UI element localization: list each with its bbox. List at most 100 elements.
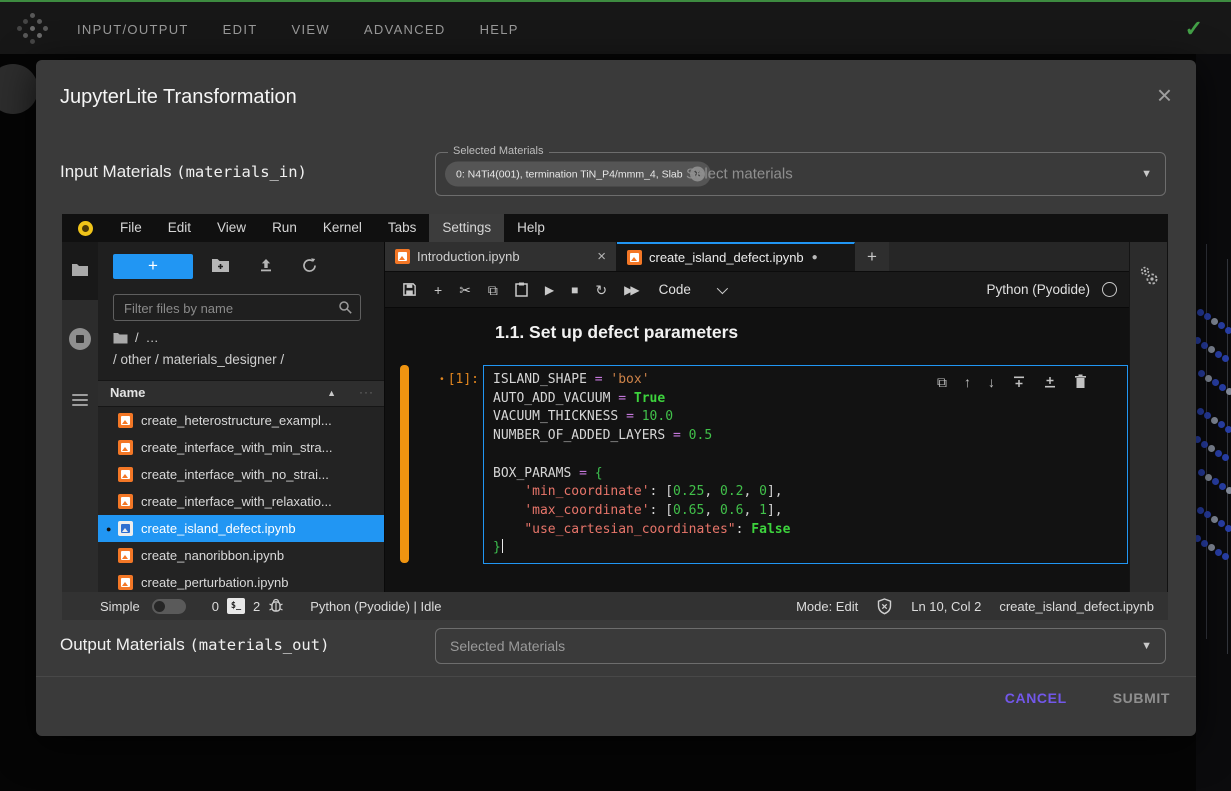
file-list-header[interactable]: Name ▲ ··· — [98, 380, 384, 407]
submit-button[interactable]: SUBMIT — [1113, 690, 1170, 706]
text-cursor — [502, 539, 504, 553]
jupyter-menu-file[interactable]: File — [107, 214, 155, 242]
breadcrumb-path[interactable]: / other / materials_designer / — [113, 352, 284, 367]
notebook-file-icon — [395, 249, 410, 264]
breadcrumb-ellipsis[interactable]: … — [146, 330, 159, 345]
screen: INPUT/OUTPUTEDITVIEWADVANCEDHELP ✓ Jupyt… — [0, 0, 1231, 791]
statusbar-right: Mode: Edit Ln 10, Col 2 create_island_de… — [796, 598, 1154, 615]
file-row[interactable]: create_interface_with_relaxatio... — [98, 488, 384, 515]
top-menu-item[interactable]: HELP — [463, 22, 536, 37]
atom — [1197, 408, 1204, 415]
user-avatar-icon[interactable] — [78, 221, 93, 236]
cut-icon[interactable]: ✂ — [459, 283, 471, 297]
restart-kernel-icon[interactable]: ↻ — [595, 283, 607, 297]
input-materials-select[interactable]: Selected Materials 0: N4Ti4(001), termin… — [435, 152, 1166, 196]
kernel-indicator[interactable]: Python (Pyodide) — [986, 282, 1117, 297]
jupyter-menu-edit[interactable]: Edit — [155, 214, 204, 242]
document-tabbar: Introduction.ipynb × create_island_defec… — [385, 242, 1129, 272]
dropdown-arrow-icon[interactable]: ▼ — [1141, 640, 1152, 652]
terminal-icon[interactable]: $_ — [227, 598, 245, 614]
jupyter-menu-kernel[interactable]: Kernel — [310, 214, 375, 242]
insert-cell-below-icon[interactable] — [1043, 375, 1057, 389]
duplicate-cell-icon[interactable]: ⧉ — [937, 375, 947, 389]
cell-collapser-bar[interactable] — [400, 365, 409, 563]
stop-icon[interactable]: ■ — [571, 284, 578, 296]
cell-type-dropdown[interactable]: Code — [659, 282, 691, 297]
table-of-contents-icon[interactable] — [72, 394, 88, 408]
file-row[interactable]: create_perturbation.ipynb — [98, 569, 384, 592]
upload-icon[interactable] — [258, 257, 274, 273]
atom — [1218, 322, 1225, 329]
copy-icon[interactable]: ⧉ — [488, 283, 498, 297]
save-icon[interactable] — [402, 282, 417, 297]
atom — [1205, 474, 1212, 481]
cursor-position[interactable]: Ln 10, Col 2 — [911, 599, 981, 614]
add-cell-icon[interactable]: + — [434, 283, 442, 297]
running-sessions-icon[interactable] — [69, 328, 91, 350]
app-logo-icon[interactable] — [30, 26, 35, 31]
move-cell-up-icon[interactable]: ↑ — [964, 375, 971, 389]
top-menu-item[interactable]: ADVANCED — [347, 22, 463, 37]
file-row[interactable]: create_interface_with_no_strai... — [98, 461, 384, 488]
top-menu-item[interactable]: INPUT/OUTPUT — [60, 22, 206, 37]
code-cell-editor[interactable]: ISLAND_SHAPE = 'box'AUTO_ADD_VACUUM = Tr… — [483, 365, 1128, 564]
top-menu-item[interactable]: VIEW — [274, 22, 346, 37]
file-row[interactable]: create_nanoribbon.ipynb — [98, 542, 384, 569]
jupyter-menu-tabs[interactable]: Tabs — [375, 214, 430, 242]
home-folder-icon[interactable] — [113, 332, 128, 344]
jupyter-menu-view[interactable]: View — [204, 214, 259, 242]
kernels-count[interactable]: 2 — [253, 599, 260, 614]
markdown-heading: 1.1. Set up defect parameters — [495, 322, 738, 343]
filebrowser-tab[interactable] — [62, 242, 98, 300]
insert-cell-above-icon[interactable] — [1012, 375, 1026, 389]
trust-shield-icon[interactable] — [876, 598, 893, 615]
saved-check-icon[interactable]: ✓ — [1185, 16, 1203, 42]
delete-cell-icon[interactable] — [1074, 374, 1087, 389]
file-row[interactable]: ●create_island_defect.ipynb — [98, 515, 384, 542]
debugger-bug-icon[interactable] — [268, 598, 284, 614]
input-materials-label: Input Materials (materials_in) — [60, 162, 307, 182]
right-activity-bar — [1129, 242, 1167, 592]
code-line: BOX_PARAMS = { — [493, 465, 1123, 484]
atom — [1201, 441, 1208, 448]
filter-files-input[interactable] — [122, 296, 331, 321]
crystal-viewer-sliver — [1196, 54, 1231, 791]
atom — [1222, 553, 1229, 560]
output-materials-select[interactable]: Selected Materials ▼ — [435, 628, 1166, 664]
material-chip[interactable]: 0: N4Ti4(001), termination TiN_P4/mmm_4,… — [445, 162, 711, 187]
dropdown-arrow-icon[interactable]: ▼ — [1141, 168, 1152, 180]
jupyter-menu-help[interactable]: Help — [504, 214, 558, 242]
name-column-header[interactable]: Name — [110, 385, 145, 400]
terminals-count[interactable]: 0 — [212, 599, 219, 614]
prompt-dot: • — [440, 374, 444, 385]
new-launcher-button[interactable]: + — [113, 254, 193, 279]
atom — [1225, 525, 1231, 532]
breadcrumb-root[interactable]: / — [135, 330, 139, 345]
new-tab-button[interactable]: + — [855, 242, 889, 271]
tab-introduction[interactable]: Introduction.ipynb × — [385, 242, 617, 271]
simple-mode-toggle[interactable] — [152, 599, 186, 614]
jupyter-menu-settings[interactable]: Settings — [429, 214, 504, 242]
atom — [1208, 346, 1215, 353]
app-top-bar: INPUT/OUTPUTEDITVIEWADVANCEDHELP ✓ — [0, 0, 1231, 54]
restart-run-all-icon[interactable]: ▶▶ — [624, 284, 636, 296]
move-cell-down-icon[interactable]: ↓ — [988, 375, 995, 389]
paste-icon[interactable] — [515, 282, 528, 297]
property-inspector-gears-icon[interactable] — [1137, 264, 1161, 288]
tab-create-island-defect[interactable]: create_island_defect.ipynb ● — [617, 242, 855, 271]
file-row[interactable]: create_heterostructure_exampl... — [98, 407, 384, 434]
kernel-name: Python (Pyodide) — [986, 282, 1090, 297]
tab-close-icon[interactable]: × — [597, 248, 606, 265]
cancel-button[interactable]: CANCEL — [1005, 690, 1067, 706]
search-icon — [338, 300, 353, 315]
refresh-icon[interactable] — [301, 257, 318, 274]
new-folder-icon[interactable] — [211, 257, 230, 273]
kernel-status-text[interactable]: Python (Pyodide) | Idle — [310, 599, 441, 614]
atom — [1225, 426, 1231, 433]
file-row[interactable]: create_interface_with_min_stra... — [98, 434, 384, 461]
modal-close-icon[interactable]: × — [1157, 82, 1172, 108]
top-menu-item[interactable]: EDIT — [206, 22, 275, 37]
run-icon[interactable]: ▶ — [545, 284, 554, 296]
jupyter-menu-run[interactable]: Run — [259, 214, 310, 242]
atom — [1208, 445, 1215, 452]
